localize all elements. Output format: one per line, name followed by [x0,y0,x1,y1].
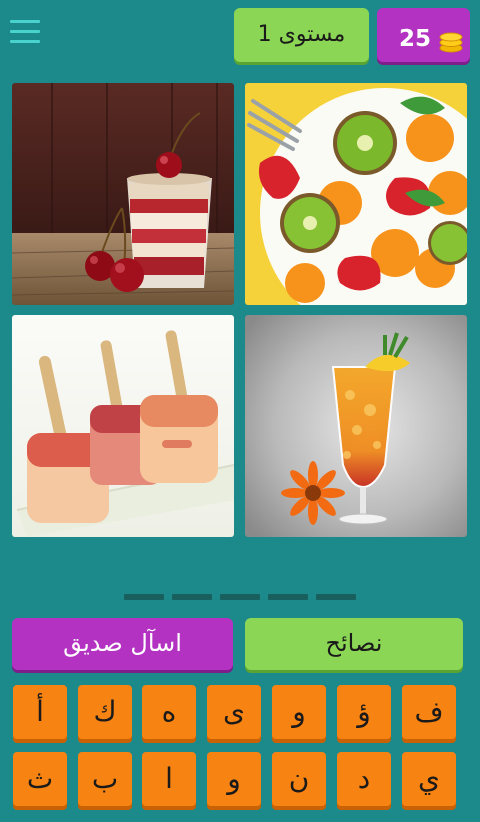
answer-slot[interactable] [124,594,164,600]
ask-friend-button[interactable]: اسآل صديق [12,618,233,670]
hamburger-menu-icon[interactable] [10,20,40,46]
coin-count: 25 [399,26,432,52]
letter-key[interactable]: ؤ [337,685,391,739]
letter-key[interactable]: و [207,752,261,806]
fruit-salad-photo[interactable] [245,83,467,305]
answer-slot[interactable] [220,594,260,600]
level-label: مستوى 1 [257,22,346,47]
tips-label: نصائح [325,629,383,657]
letter-key[interactable]: و [272,685,326,739]
ask-friend-label: اسآل صديق [63,629,182,657]
letter-key[interactable]: ى [207,685,261,739]
letter-key[interactable]: د [337,752,391,806]
orange-cocktail-photo[interactable] [245,315,467,537]
fruit-popsicles-photo[interactable] [12,315,234,537]
letter-key[interactable]: ي [402,752,456,806]
letter-key[interactable]: ف [402,685,456,739]
answer-slot[interactable] [268,594,308,600]
letter-key[interactable]: أ [13,685,67,739]
letter-key[interactable]: ث [13,752,67,806]
answer-slot[interactable] [316,594,356,600]
top-bar: مستوى 1 25 [0,0,480,72]
cherry-parfait-photo[interactable] [12,83,234,305]
letter-key[interactable]: ن [272,752,326,806]
letter-key[interactable]: ب [78,752,132,806]
letter-key[interactable]: ه [142,685,196,739]
coin-badge[interactable]: 25 [377,8,470,62]
letter-key[interactable]: ا [142,752,196,806]
letter-key[interactable]: ك [78,685,132,739]
tips-button[interactable]: نصائح [245,618,463,670]
level-badge: مستوى 1 [234,8,369,62]
coin-stack-icon [439,32,463,53]
answer-slot[interactable] [172,594,212,600]
